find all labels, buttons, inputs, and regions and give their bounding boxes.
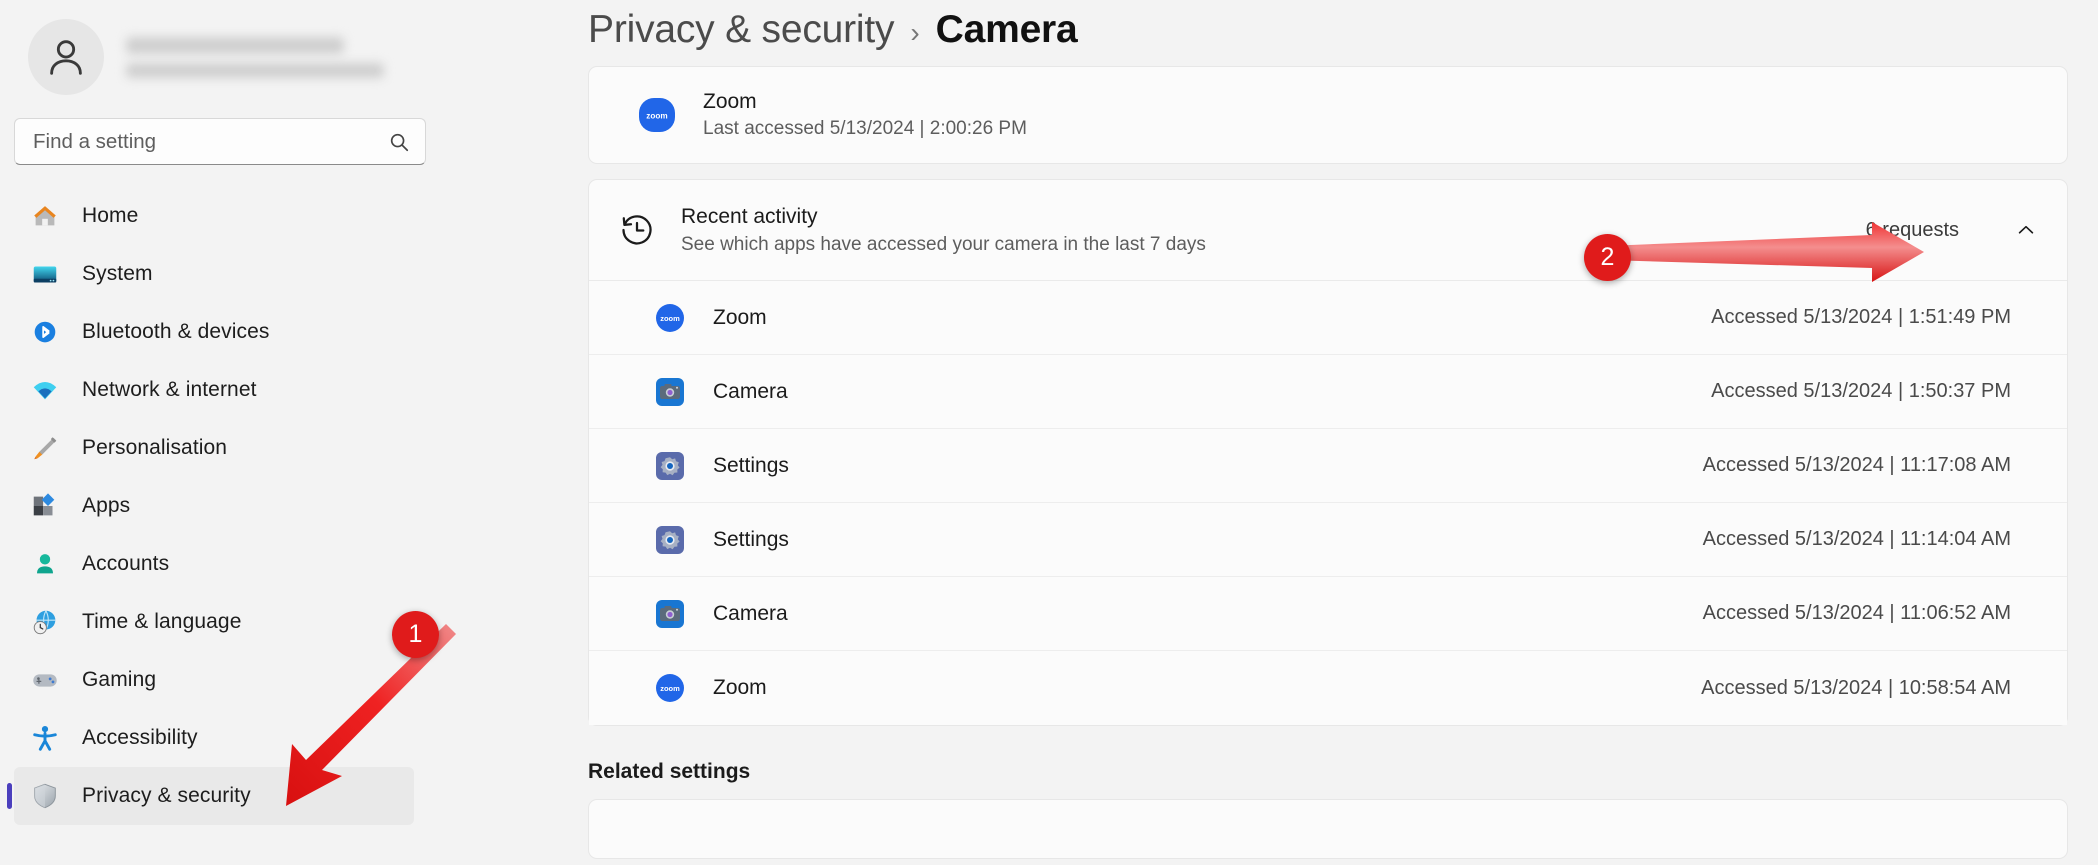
zoom-app-icon: zoom: [653, 671, 687, 705]
app-name: Zoom: [703, 90, 1027, 114]
sidebar-item-label: Gaming: [82, 668, 156, 692]
annotation-badge-2: 2: [1584, 234, 1631, 281]
avatar[interactable]: [28, 19, 104, 95]
settings-app-icon: [653, 449, 687, 483]
sidebar-item-label: Time & language: [82, 610, 241, 634]
sidebar-item-label: Privacy & security: [82, 784, 251, 808]
sidebar-item-label: Apps: [82, 494, 130, 518]
settings-window: Home System: [0, 0, 2098, 865]
recent-activity-list: zoom Zoom Accessed 5/13/2024 | 1:51:49 P…: [589, 280, 2067, 725]
activity-app-name: Settings: [713, 528, 1703, 552]
sidebar-item-label: Accessibility: [82, 726, 198, 750]
activity-timestamp: Accessed 5/13/2024 | 1:51:49 PM: [1711, 306, 2011, 329]
sidebar-item-system[interactable]: System: [14, 245, 414, 303]
accessibility-icon: [30, 723, 60, 753]
app-access-card[interactable]: zoom Zoom Last accessed 5/13/2024 | 2:00…: [588, 66, 2068, 164]
annotation-arrow-1: [250, 620, 470, 820]
sidebar-item-label: Network & internet: [82, 378, 257, 402]
person-icon: [43, 34, 89, 80]
svg-text:zoom: zoom: [660, 684, 680, 693]
camera-app-icon: [653, 375, 687, 409]
bluetooth-icon: [30, 317, 60, 347]
globe-clock-icon: [30, 607, 60, 637]
related-settings-card[interactable]: [588, 799, 2068, 859]
search-icon[interactable]: [388, 131, 410, 153]
annotation-badge-1: 1: [392, 611, 439, 658]
activity-app-name: Camera: [713, 602, 1703, 626]
breadcrumb-parent[interactable]: Privacy & security: [588, 8, 894, 52]
network-icon: [30, 375, 60, 405]
activity-timestamp: Accessed 5/13/2024 | 11:14:04 AM: [1703, 528, 2011, 551]
svg-text:zoom: zoom: [646, 112, 667, 121]
activity-timestamp: Accessed 5/13/2024 | 11:06:52 AM: [1703, 602, 2011, 625]
history-icon: [619, 212, 655, 248]
home-icon: [30, 201, 60, 231]
table-row[interactable]: Settings Accessed 5/13/2024 | 11:14:04 A…: [589, 503, 2067, 577]
content-area: Privacy & security › Camera zoom Zoom La…: [588, 0, 2098, 865]
activity-app-name: Zoom: [713, 676, 1701, 700]
sidebar-item-label: Bluetooth & devices: [82, 320, 270, 344]
settings-app-icon: [653, 523, 687, 557]
search-input[interactable]: [33, 130, 388, 154]
brush-icon: [30, 433, 60, 463]
chevron-up-icon[interactable]: [2015, 219, 2037, 241]
sidebar-item-personalisation[interactable]: Personalisation: [14, 419, 414, 477]
activity-app-name: Camera: [713, 380, 1711, 404]
camera-app-icon: [653, 597, 687, 631]
redacted-name: [126, 37, 344, 54]
sidebar-item-bluetooth-devices[interactable]: Bluetooth & devices: [14, 303, 414, 361]
activity-timestamp: Accessed 5/13/2024 | 10:58:54 AM: [1701, 677, 2011, 700]
zoom-app-icon: zoom: [637, 95, 677, 135]
sidebar-item-label: System: [82, 262, 153, 286]
sidebar-item-label: Accounts: [82, 552, 169, 576]
redacted-email: [126, 63, 384, 78]
shield-icon: [30, 781, 60, 811]
svg-text:zoom: zoom: [660, 314, 680, 323]
breadcrumb: Privacy & security › Camera: [588, 0, 2098, 60]
activity-app-name: Settings: [713, 454, 1703, 478]
apps-icon: [30, 491, 60, 521]
zoom-app-icon: zoom: [653, 301, 687, 335]
activity-timestamp: Accessed 5/13/2024 | 11:17:08 AM: [1703, 454, 2011, 477]
gamepad-icon: [30, 665, 60, 695]
app-last-accessed: Last accessed 5/13/2024 | 2:00:26 PM: [703, 118, 1027, 140]
sidebar-item-apps[interactable]: Apps: [14, 477, 414, 535]
account-name-redacted: [126, 37, 384, 78]
page-title: Camera: [936, 8, 1078, 52]
search-box[interactable]: [14, 118, 426, 165]
table-row[interactable]: Camera Accessed 5/13/2024 | 1:50:37 PM: [589, 355, 2067, 429]
activity-app-name: Zoom: [713, 306, 1711, 330]
activity-timestamp: Accessed 5/13/2024 | 1:50:37 PM: [1711, 380, 2011, 403]
sidebar-item-label: Personalisation: [82, 436, 227, 460]
accounts-icon: [30, 549, 60, 579]
related-settings-heading: Related settings: [588, 760, 2098, 784]
annotation-arrow-2: [1600, 220, 1930, 300]
table-row[interactable]: zoom Zoom Accessed 5/13/2024 | 10:58:54 …: [589, 651, 2067, 725]
account-header[interactable]: [14, 0, 588, 100]
system-icon: [30, 259, 60, 289]
sidebar-item-label: Home: [82, 204, 138, 228]
table-row[interactable]: Settings Accessed 5/13/2024 | 11:17:08 A…: [589, 429, 2067, 503]
sidebar-item-network-internet[interactable]: Network & internet: [14, 361, 414, 419]
chevron-right-icon: ›: [910, 17, 919, 49]
table-row[interactable]: Camera Accessed 5/13/2024 | 11:06:52 AM: [589, 577, 2067, 651]
sidebar-item-home[interactable]: Home: [14, 187, 414, 245]
sidebar-item-accounts[interactable]: Accounts: [14, 535, 414, 593]
